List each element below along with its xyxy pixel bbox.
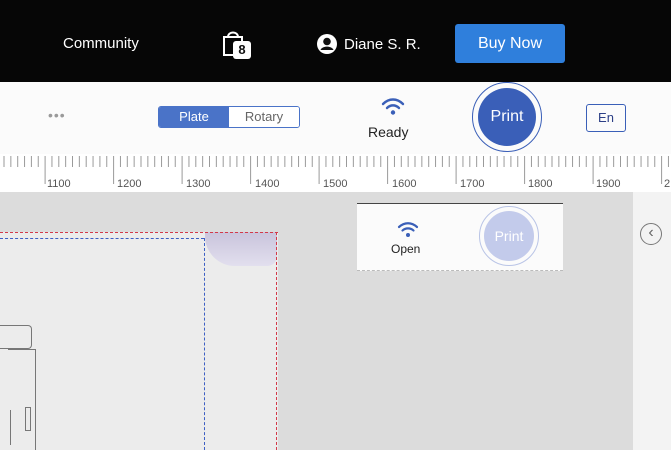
- user-menu[interactable]: Diane S. R.: [316, 33, 421, 55]
- more-options-icon[interactable]: •••: [48, 107, 66, 123]
- machine-outline: [10, 410, 11, 445]
- community-link[interactable]: Community: [63, 35, 139, 52]
- ruler-label: 1200: [117, 178, 142, 190]
- ruler-label: 1400: [255, 178, 280, 190]
- collapse-panel-chevron-icon[interactable]: ‹: [640, 223, 662, 245]
- ruler-label: 1900: [596, 178, 621, 190]
- mode-toggle: Plate Rotary: [158, 106, 300, 128]
- toolbar: [0, 82, 671, 154]
- machine-outline: [0, 325, 32, 349]
- buy-now-button[interactable]: Buy Now: [455, 24, 565, 63]
- wifi-icon: [397, 222, 419, 237]
- ruler-label: 1100: [47, 178, 71, 190]
- machine-outline: [8, 349, 36, 450]
- user-avatar-icon: [317, 34, 337, 54]
- ruler-label: 1800: [528, 178, 553, 190]
- cart-count-badge: 8: [233, 41, 251, 59]
- selection-guide: [0, 238, 204, 239]
- selection-guide: [204, 238, 205, 450]
- ruler-label: 1700: [460, 178, 485, 190]
- mode-plate-button[interactable]: Plate: [159, 107, 229, 127]
- ruler-label: 1500: [323, 178, 348, 190]
- ruler-label: 1600: [392, 178, 417, 190]
- app-window: Community 8 Diane S. R. Buy Now ••• Plat…: [0, 0, 671, 450]
- print-disabled-button[interactable]: Print: [484, 211, 534, 261]
- horizontal-ruler: 1100 1200 1300 1400 1500 1600 1700 1800 …: [0, 154, 671, 192]
- ruler-label: 2: [664, 178, 671, 190]
- connection-status: Ready: [368, 124, 409, 140]
- wifi-icon: [381, 98, 405, 115]
- ruler-label: 1300: [186, 178, 211, 190]
- connection-status-open: Open: [391, 242, 421, 256]
- machine-outline: [25, 407, 31, 431]
- engrave-area-boundary: [276, 232, 277, 450]
- language-button[interactable]: En: [586, 104, 626, 132]
- mode-rotary-button[interactable]: Rotary: [229, 107, 299, 127]
- user-name: Diane S. R.: [344, 35, 421, 53]
- engrave-area-boundary: [0, 232, 278, 233]
- print-button[interactable]: Print: [478, 88, 536, 146]
